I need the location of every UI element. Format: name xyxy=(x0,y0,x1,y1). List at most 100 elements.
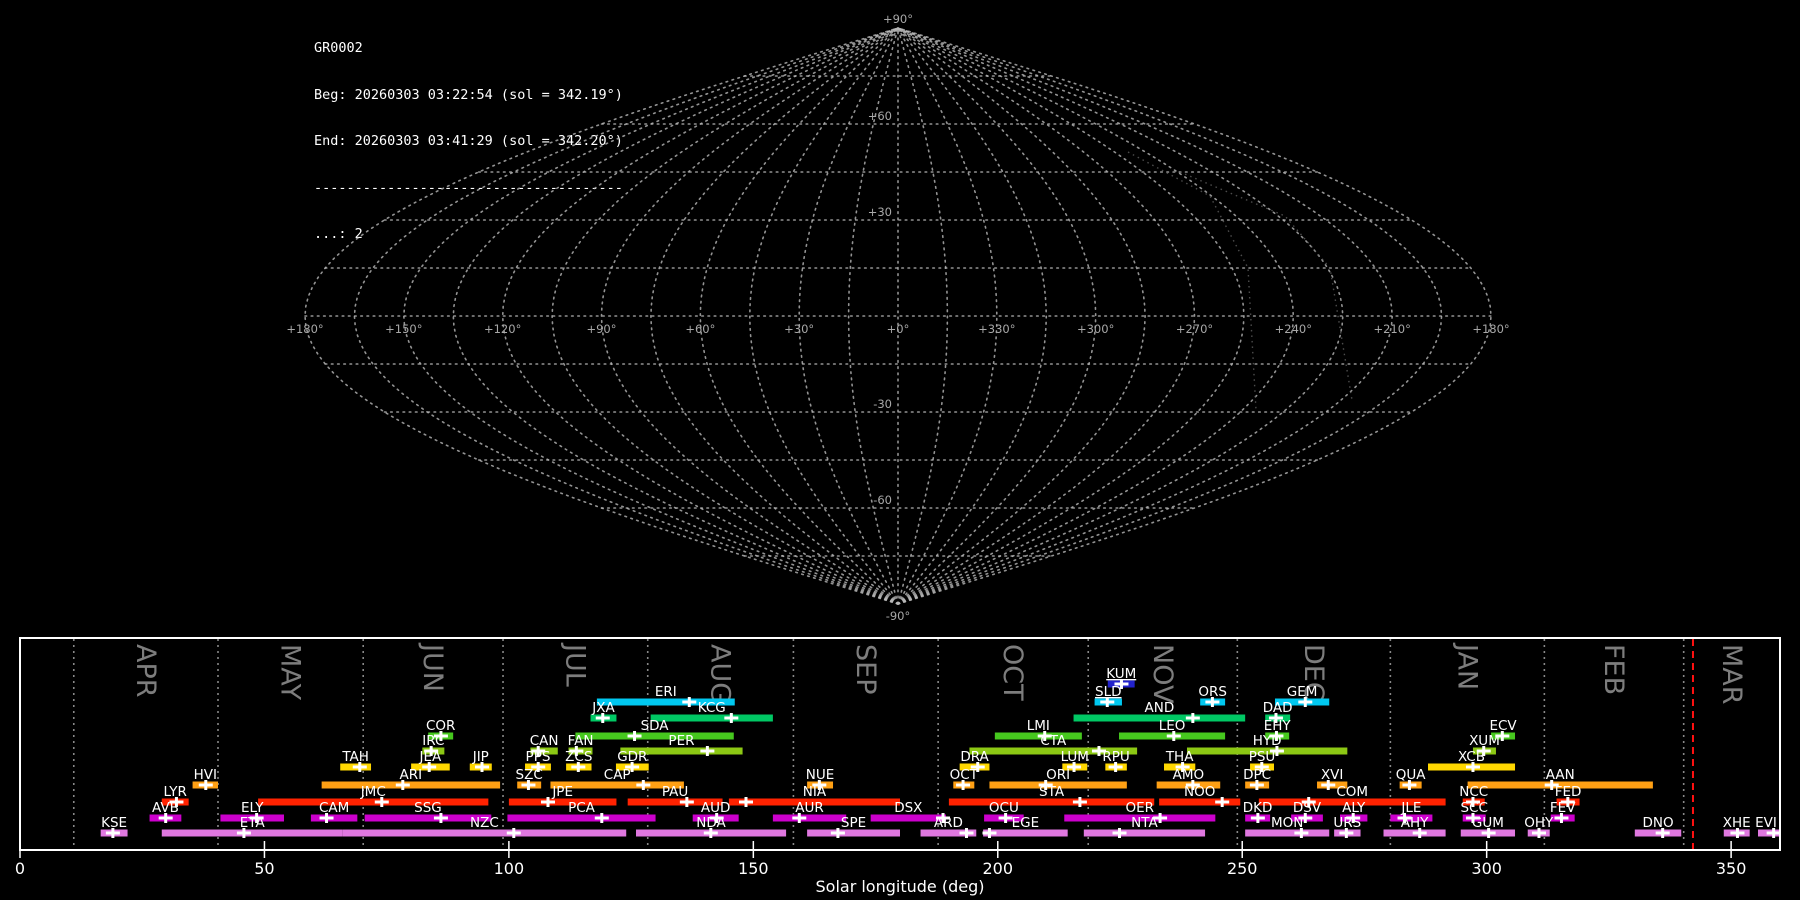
shower-code-label: JIP xyxy=(472,749,489,765)
longitude-label: +30° xyxy=(784,322,814,336)
shower-code-label: EHY xyxy=(1264,718,1292,734)
shower-code-label: JXA xyxy=(591,700,615,716)
axis-tick-label: 0 xyxy=(15,859,25,878)
month-label: SEP xyxy=(850,644,881,694)
shower-code-label: COR xyxy=(426,718,455,734)
axis-tick-label: 100 xyxy=(494,859,525,878)
shower-code-label: PSU xyxy=(1249,749,1276,765)
activity-timeline: APR MAY JUN JUL AUG SEP OCT NOV DEC JAN FEB MAR KUM… xyxy=(15,637,1781,896)
shower-code-label: HYD xyxy=(1253,733,1282,749)
shower-code-label: DSV xyxy=(1293,800,1322,816)
shower-code-label: SSG xyxy=(414,800,442,816)
shower-code-label: AUR xyxy=(795,800,824,816)
shower-code-label: JPE xyxy=(551,784,573,800)
longitude-label: +210° xyxy=(1373,322,1410,336)
month-label: JUN xyxy=(417,642,448,692)
shower-code-label: SZC xyxy=(516,767,543,783)
shower-code-label: DAD xyxy=(1263,700,1293,716)
shower-code-label: NTA xyxy=(1131,815,1158,831)
shower-code-label: ETA xyxy=(240,815,266,831)
shower-code-label: OCU xyxy=(989,800,1019,816)
shower-code-label: NIA xyxy=(803,784,827,800)
shower-code-label: NOO xyxy=(1184,784,1215,800)
shower-code-label: SDA xyxy=(641,718,670,734)
axis-tick-label: 350 xyxy=(1716,859,1747,878)
shower-code-label: GDR xyxy=(617,749,647,765)
shower-code-label: XCB xyxy=(1458,749,1485,765)
shower-code-label: KUM xyxy=(1106,666,1136,682)
shower-code-label: GEM xyxy=(1287,684,1318,700)
shower-code-label: TAH xyxy=(341,749,369,765)
longitude-label: +60° xyxy=(685,322,715,336)
shower-code-label: NDA xyxy=(696,815,726,831)
shower-code-label: STA xyxy=(1039,784,1065,800)
shower-code-label: ERI xyxy=(655,684,677,700)
longitude-label: +180° xyxy=(1472,322,1509,336)
shower-code-label: FED xyxy=(1555,784,1582,800)
shower-code-label: NCC xyxy=(1459,784,1488,800)
month-label: FEB xyxy=(1598,644,1629,695)
latitude-label: +60 xyxy=(868,109,892,123)
shower-code-label: GUM xyxy=(1472,815,1504,831)
shower-code-label: KCG xyxy=(698,700,726,716)
meteor-trail xyxy=(1179,171,1353,401)
axis-tick-label: 200 xyxy=(983,859,1014,878)
shower-code-label: DPC xyxy=(1243,767,1271,783)
latitude-label: +30 xyxy=(868,205,892,219)
shower-code-label: URS xyxy=(1333,815,1361,831)
axis-tick-label: 150 xyxy=(738,859,769,878)
meridian-line xyxy=(897,27,1097,605)
shower-code-label: FEV xyxy=(1550,800,1576,816)
axis-tick-label: 250 xyxy=(1227,859,1258,878)
meridian-line xyxy=(897,27,1146,605)
shower-code-label: SCC xyxy=(1460,800,1487,816)
month-label: JUL xyxy=(559,642,590,687)
shower-code-label: OHY xyxy=(1524,815,1554,831)
shower-code-label: PER xyxy=(668,733,694,749)
meridian-line xyxy=(897,27,949,605)
shower-code-label: FAN xyxy=(568,733,594,749)
shower-code-label: EGE xyxy=(1012,815,1040,831)
shower-code-label: AMO xyxy=(1173,767,1205,783)
x-axis-title: Solar longitude (deg) xyxy=(816,877,985,896)
month-label: JAN xyxy=(1451,642,1482,690)
longitude-label: +120° xyxy=(484,322,521,336)
shower-code-label: THA xyxy=(1165,749,1194,765)
shower-code-label: ORI xyxy=(1046,767,1070,783)
shower-code-label: ARI xyxy=(400,767,423,783)
shower-bars: KUM ERI SLD ORS GEM JXA KCG AND DAD COR SDA LMI LEO E… xyxy=(100,666,1781,838)
latitude-label: -90° xyxy=(886,609,911,623)
shower-code-label: QUA xyxy=(1396,767,1427,783)
shower-code-label: NZC xyxy=(470,815,499,831)
meridian-line xyxy=(650,27,899,605)
shower-code-label: ELY xyxy=(241,800,264,816)
map-grid xyxy=(304,27,1492,605)
shower-code-label: PAU xyxy=(662,784,688,800)
shower-code-label: DRA xyxy=(960,749,989,765)
axis-tick-label: 50 xyxy=(254,859,274,878)
shower-code-label: AUD xyxy=(701,800,731,816)
latitude-label: -60 xyxy=(873,493,892,507)
shower-code-label: IRC xyxy=(422,733,444,749)
month-label: MAY xyxy=(275,644,306,701)
longitude-label: +180° xyxy=(286,322,323,336)
shower-code-label: OER xyxy=(1126,800,1155,816)
shower-code-label: AVB xyxy=(152,800,179,816)
shower-code-label: NUE xyxy=(806,767,835,783)
shower-code-label: CAP xyxy=(604,767,631,783)
longitude-label: +240° xyxy=(1275,322,1312,336)
shower-code-label: DKD xyxy=(1243,800,1273,816)
shower-code-label: XVI xyxy=(1321,767,1343,783)
month-label: OCT xyxy=(997,644,1028,701)
longitude-label: +330° xyxy=(978,322,1015,336)
shower-code-label: OCT xyxy=(950,767,979,783)
shower-code-label: LMI xyxy=(1027,718,1050,734)
shower-code-label: DSX xyxy=(894,800,922,816)
longitude-label: +90° xyxy=(586,322,616,336)
month-label: AUG xyxy=(705,644,736,703)
month-label: MAR xyxy=(1716,644,1747,705)
sky-map: +180° +150° +120° +90° +60° +30° +0° +330° +300°… xyxy=(286,12,1509,623)
shower-code-label: JEA xyxy=(419,749,443,765)
shower-code-label: ALY xyxy=(1342,800,1366,816)
month-label: NOV xyxy=(1147,644,1178,704)
